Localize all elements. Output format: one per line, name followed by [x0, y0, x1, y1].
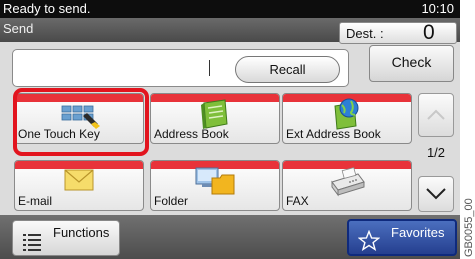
chevron-up-icon — [427, 109, 445, 120]
tile-label: E-mail — [18, 194, 53, 208]
dest-label: Dest. : — [346, 26, 384, 41]
functions-button[interactable]: Functions — [12, 220, 120, 256]
address-book-tile[interactable]: Address Book — [150, 93, 280, 144]
ext-address-book-tile[interactable]: Ext Address Book — [282, 93, 412, 144]
tile-label: FAX — [286, 194, 309, 208]
favorites-button[interactable]: Favorites — [347, 219, 457, 256]
selection-highlight — [13, 88, 149, 156]
folder-tile[interactable]: Folder — [150, 160, 280, 211]
scroll-up-button[interactable] — [418, 93, 454, 137]
menu-list-icon — [23, 234, 41, 251]
email-icon — [64, 169, 94, 191]
screen-title: Send — [3, 21, 34, 36]
figure-code-text: GB0055_00 — [463, 198, 475, 257]
status-message: Ready to send. — [3, 1, 91, 16]
destination-counter: Dest. : 0 — [339, 21, 457, 44]
scroll-down-button[interactable] — [418, 176, 454, 212]
status-bar: Ready to send. 10:10 — [0, 0, 460, 18]
page-indicator: 1/2 — [426, 145, 446, 160]
tile-label: Ext Address Book — [286, 127, 381, 141]
input-divider — [209, 60, 210, 76]
fax-icon — [331, 167, 365, 197]
favorites-label: Favorites — [391, 225, 445, 240]
tile-label: Folder — [154, 194, 189, 208]
email-tile[interactable]: E-mail — [14, 160, 144, 211]
dest-count: 0 — [423, 21, 435, 44]
clock: 10:10 — [421, 1, 454, 16]
address-book-icon — [201, 99, 228, 129]
send-screen: Ready to send. 10:10 Send Dest. : 0 Reca… — [0, 0, 460, 259]
chevron-down-icon — [426, 188, 446, 200]
figure-code: GB0055_00 — [462, 181, 475, 257]
folder-icon — [195, 167, 235, 195]
ext-address-book-icon — [334, 98, 359, 130]
check-button[interactable]: Check — [369, 45, 454, 82]
fax-tile[interactable]: FAX — [282, 160, 412, 211]
star-icon — [358, 230, 380, 251]
tile-label: Address Book — [154, 127, 229, 141]
recall-button[interactable]: Recall — [235, 56, 340, 83]
functions-label: Functions — [53, 225, 110, 240]
